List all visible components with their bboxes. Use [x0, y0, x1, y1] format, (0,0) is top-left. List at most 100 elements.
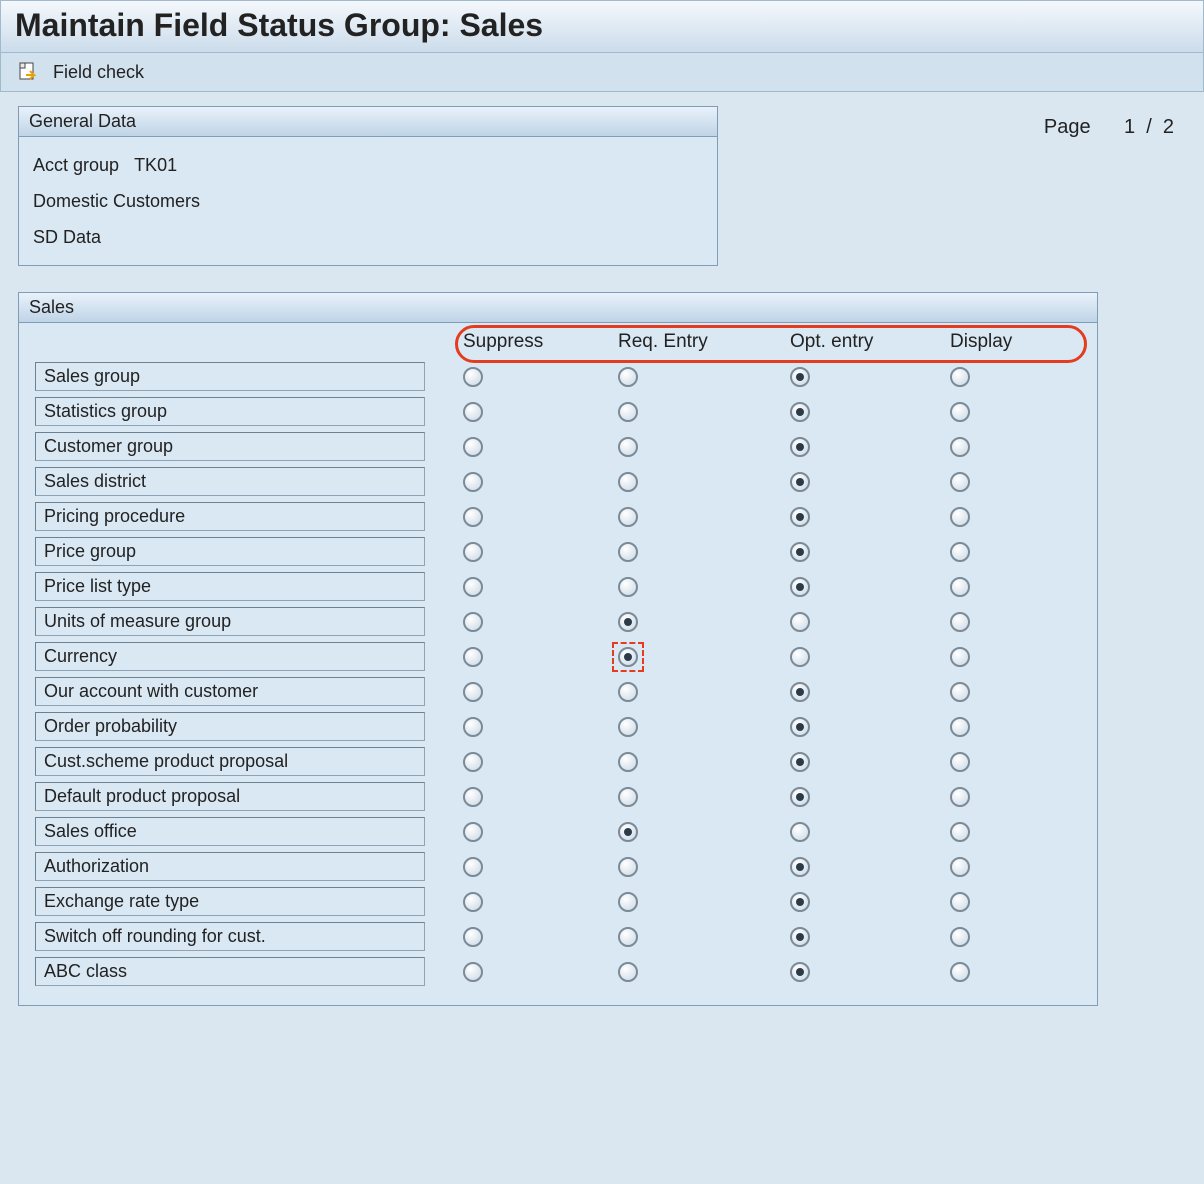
radio-cell-req-entry	[592, 507, 764, 527]
radio-req-entry[interactable]	[618, 962, 638, 982]
radio-opt-entry[interactable]	[790, 542, 810, 562]
radio-opt-entry[interactable]	[790, 892, 810, 912]
radio-req-entry[interactable]	[618, 822, 638, 842]
radio-req-entry[interactable]	[618, 367, 638, 387]
toolbar: Field check	[0, 53, 1204, 92]
radio-cell-req-entry	[592, 402, 764, 422]
radio-opt-entry[interactable]	[790, 647, 810, 667]
radio-cell-suppress	[437, 962, 592, 982]
radio-display[interactable]	[950, 822, 970, 842]
field-label: Cust.scheme product proposal	[35, 747, 425, 776]
radio-display[interactable]	[950, 647, 970, 667]
radio-cell-req-entry	[592, 542, 764, 562]
radio-suppress[interactable]	[463, 892, 483, 912]
radio-display[interactable]	[950, 437, 970, 457]
radio-display[interactable]	[950, 402, 970, 422]
radio-cell-suppress	[437, 542, 592, 562]
radio-req-entry[interactable]	[618, 612, 638, 632]
radio-suppress[interactable]	[463, 402, 483, 422]
radio-display[interactable]	[950, 892, 970, 912]
export-icon[interactable]	[17, 61, 39, 83]
radio-req-entry[interactable]	[618, 577, 638, 597]
radio-cell-req-entry	[592, 892, 764, 912]
radio-opt-entry[interactable]	[790, 752, 810, 772]
radio-opt-entry[interactable]	[790, 717, 810, 737]
radio-req-entry[interactable]	[618, 507, 638, 527]
radio-suppress[interactable]	[463, 612, 483, 632]
radio-display[interactable]	[950, 787, 970, 807]
radio-display[interactable]	[950, 507, 970, 527]
radio-cell-suppress	[437, 612, 592, 632]
field-check-button[interactable]: Field check	[53, 62, 144, 83]
radio-cell-opt-entry	[764, 612, 924, 632]
radio-display[interactable]	[950, 472, 970, 492]
radio-cell-suppress	[437, 927, 592, 947]
radio-cell-display	[924, 472, 1064, 492]
radio-opt-entry[interactable]	[790, 612, 810, 632]
radio-display[interactable]	[950, 752, 970, 772]
radio-suppress[interactable]	[463, 927, 483, 947]
radio-suppress[interactable]	[463, 367, 483, 387]
radio-suppress[interactable]	[463, 507, 483, 527]
radio-req-entry[interactable]	[618, 717, 638, 737]
radio-suppress[interactable]	[463, 437, 483, 457]
radio-suppress[interactable]	[463, 717, 483, 737]
radio-suppress[interactable]	[463, 857, 483, 877]
radio-cell-display	[924, 962, 1064, 982]
radio-req-entry[interactable]	[618, 472, 638, 492]
radio-opt-entry[interactable]	[790, 507, 810, 527]
radio-display[interactable]	[950, 857, 970, 877]
radio-display[interactable]	[950, 577, 970, 597]
radio-opt-entry[interactable]	[790, 822, 810, 842]
radio-opt-entry[interactable]	[790, 682, 810, 702]
radio-opt-entry[interactable]	[790, 437, 810, 457]
radio-opt-entry[interactable]	[790, 927, 810, 947]
radio-suppress[interactable]	[463, 787, 483, 807]
radio-req-entry[interactable]	[618, 927, 638, 947]
radio-cell-req-entry	[592, 682, 764, 702]
field-label: Exchange rate type	[35, 887, 425, 916]
radio-cell-display	[924, 402, 1064, 422]
radio-suppress[interactable]	[463, 472, 483, 492]
radio-display[interactable]	[950, 927, 970, 947]
radio-opt-entry[interactable]	[790, 577, 810, 597]
radio-suppress[interactable]	[463, 682, 483, 702]
radio-suppress[interactable]	[463, 577, 483, 597]
radio-req-entry[interactable]	[618, 892, 638, 912]
radio-req-entry[interactable]	[618, 682, 638, 702]
field-label: ABC class	[35, 957, 425, 986]
radio-cell-req-entry	[592, 437, 764, 457]
radio-suppress[interactable]	[463, 752, 483, 772]
field-label: Currency	[35, 642, 425, 671]
radio-opt-entry[interactable]	[790, 962, 810, 982]
radio-display[interactable]	[950, 962, 970, 982]
field-label: Price list type	[35, 572, 425, 601]
radio-req-entry[interactable]	[618, 752, 638, 772]
radio-req-entry[interactable]	[618, 542, 638, 562]
radio-req-entry[interactable]	[618, 857, 638, 877]
field-row: Price list type	[35, 569, 1081, 604]
radio-display[interactable]	[950, 682, 970, 702]
field-row: Switch off rounding for cust.	[35, 919, 1081, 954]
radio-req-entry[interactable]	[618, 437, 638, 457]
radio-req-entry[interactable]	[618, 402, 638, 422]
radio-suppress[interactable]	[463, 822, 483, 842]
radio-req-entry[interactable]	[618, 647, 638, 667]
radio-suppress[interactable]	[463, 962, 483, 982]
radio-opt-entry[interactable]	[790, 367, 810, 387]
sales-panel: Sales Suppress Req. Entry Opt. entry Dis…	[18, 292, 1098, 1006]
radio-opt-entry[interactable]	[790, 472, 810, 492]
radio-opt-entry[interactable]	[790, 787, 810, 807]
radio-suppress[interactable]	[463, 542, 483, 562]
radio-req-entry[interactable]	[618, 787, 638, 807]
radio-display[interactable]	[950, 612, 970, 632]
radio-display[interactable]	[950, 367, 970, 387]
field-label: Statistics group	[35, 397, 425, 426]
radio-display[interactable]	[950, 717, 970, 737]
radio-suppress[interactable]	[463, 647, 483, 667]
radio-cell-suppress	[437, 367, 592, 387]
radio-display[interactable]	[950, 542, 970, 562]
radio-opt-entry[interactable]	[790, 402, 810, 422]
radio-opt-entry[interactable]	[790, 857, 810, 877]
radio-cell-req-entry	[592, 647, 764, 667]
